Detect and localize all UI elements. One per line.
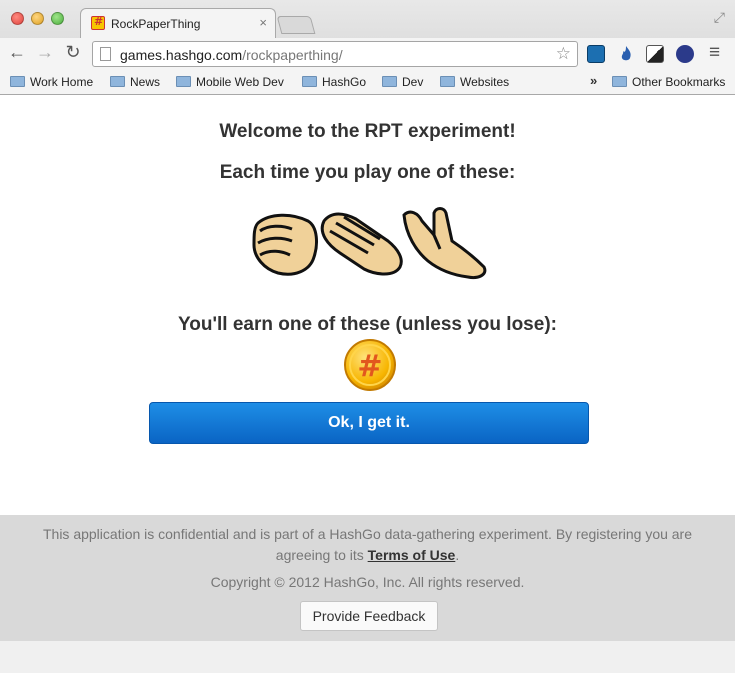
reload-button[interactable]: ↻: [62, 42, 84, 63]
url-text[interactable]: games.hashgo.com/rockpaperthing/: [120, 47, 343, 63]
page-icon: [100, 47, 111, 61]
address-bar[interactable]: games.hashgo.com/rockpaperthing/ ☆: [92, 41, 578, 67]
footer-disclaimer: This application is confidential and is …: [42, 526, 693, 563]
page-content: Welcome to the RPT experiment! Each time…: [0, 95, 735, 515]
bookmark-websites[interactable]: Websites: [440, 73, 509, 91]
rock-paper-scissors-hands-icon: [252, 207, 487, 279]
close-window-icon[interactable]: [11, 12, 24, 25]
menu-icon[interactable]: ≡: [709, 42, 720, 64]
extension-icon[interactable]: [587, 45, 605, 63]
folder-icon: [382, 76, 397, 87]
extension-icon[interactable]: [646, 45, 664, 63]
terms-of-use-link[interactable]: Terms of Use: [368, 547, 456, 563]
folder-icon: [612, 76, 627, 87]
bookmarks-overflow-icon[interactable]: »: [590, 73, 597, 88]
browser-toolbar: ← → ↻ games.hashgo.com/rockpaperthing/ ☆…: [0, 38, 735, 70]
footer: This application is confidential and is …: [0, 515, 735, 641]
bookmark-mobile-web-dev[interactable]: Mobile Web Dev: [176, 73, 284, 91]
speedometer-extension-icon[interactable]: [676, 45, 694, 63]
bookmark-hashgo[interactable]: HashGo: [302, 73, 366, 91]
folder-icon: [176, 76, 191, 87]
hash-coin-icon: #: [344, 339, 396, 391]
welcome-heading: Welcome to the RPT experiment!: [219, 121, 516, 142]
bookmark-star-icon[interactable]: ☆: [556, 44, 571, 64]
folder-icon: [10, 76, 25, 87]
folder-icon: [302, 76, 317, 87]
fullscreen-icon[interactable]: ⤢: [714, 9, 725, 26]
favicon-icon: [91, 15, 105, 30]
rock-hand-icon: [252, 213, 318, 276]
new-tab-button[interactable]: [276, 16, 316, 34]
title-bar: RockPaperThing × ⤢: [0, 0, 735, 38]
copyright-text: Copyright © 2012 HashGo, Inc. All rights…: [210, 574, 525, 590]
reward-heading: You'll earn one of these (unless you los…: [178, 314, 557, 335]
browser-chrome: RockPaperThing × ⤢ ← → ↻ games.hashgo.co…: [0, 0, 735, 95]
bookmark-dev[interactable]: Dev: [382, 73, 423, 91]
instructions-heading: Each time you play one of these:: [219, 162, 516, 183]
maximize-window-icon[interactable]: [51, 12, 64, 25]
scissors-hand-icon: [402, 207, 487, 279]
browser-tab[interactable]: RockPaperThing ×: [80, 8, 276, 38]
provide-feedback-button[interactable]: Provide Feedback: [300, 601, 438, 631]
back-button[interactable]: ←: [6, 42, 28, 63]
tab-title: RockPaperThing: [111, 17, 201, 31]
ok-button[interactable]: Ok, I get it.: [149, 402, 589, 444]
folder-icon: [110, 76, 125, 87]
bookmark-work-home[interactable]: Work Home: [10, 73, 93, 91]
flame-extension-icon[interactable]: [617, 45, 635, 63]
page-bottom-area: [0, 641, 735, 673]
paper-hand-icon: [320, 212, 403, 276]
bookmark-news[interactable]: News: [110, 73, 160, 91]
other-bookmarks[interactable]: Other Bookmarks: [612, 73, 725, 91]
folder-icon: [440, 76, 455, 87]
coin-symbol: #: [357, 349, 382, 384]
bookmarks-bar: Work Home News Mobile Web Dev HashGo Dev…: [0, 70, 735, 94]
minimize-window-icon[interactable]: [31, 12, 44, 25]
forward-button[interactable]: →: [34, 42, 56, 63]
tab-close-icon[interactable]: ×: [259, 15, 267, 30]
